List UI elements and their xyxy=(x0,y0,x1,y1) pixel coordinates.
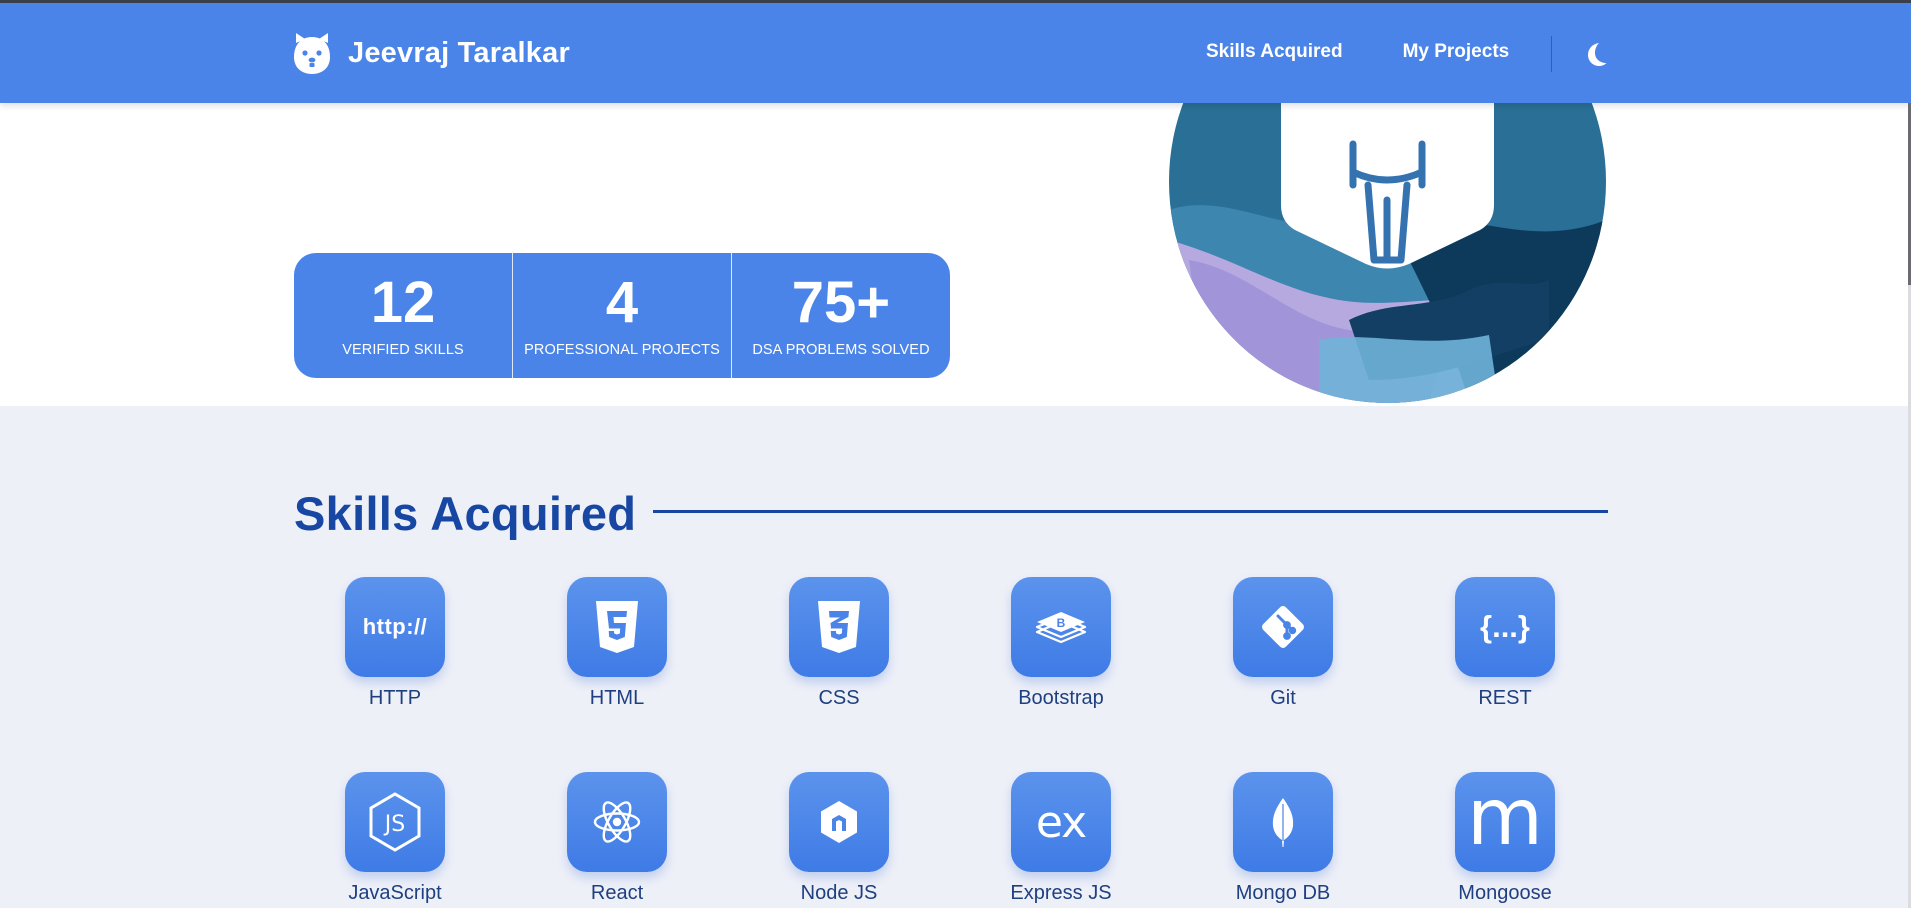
js-hexagon-icon: JS xyxy=(369,792,421,852)
skill-name: React xyxy=(590,882,644,904)
stats-card: 12 VERIFIED SKILLS 4 PROFESSIONAL PROJEC… xyxy=(294,253,950,378)
stat-value: 4 xyxy=(605,269,639,335)
skill-name: HTTP xyxy=(368,687,422,709)
section-title-rule xyxy=(653,510,1608,513)
node-hexagon-icon xyxy=(821,801,857,843)
rest-glyph: {...} xyxy=(1480,609,1530,644)
section-title: Skills Acquired xyxy=(294,487,637,540)
rest-icon[interactable]: {...} xyxy=(1455,577,1555,677)
bootstrap-stack-icon: B xyxy=(1035,612,1087,644)
stat-professional-projects: 4 PROFESSIONAL PROJECTS xyxy=(512,253,731,378)
skill-git[interactable]: Git xyxy=(1193,577,1373,710)
skill-react[interactable]: React xyxy=(527,772,707,905)
svg-text:B: B xyxy=(1057,616,1066,630)
javascript-icon[interactable]: JS xyxy=(345,772,445,872)
mongodb-icon[interactable] xyxy=(1233,772,1333,872)
skills-section: Skills Acquired http:// HTTP HTML CSS B … xyxy=(0,406,1911,908)
git-icon[interactable] xyxy=(1233,577,1333,677)
skill-html[interactable]: HTML xyxy=(527,577,707,710)
brand-name: Jeevraj Taralkar xyxy=(348,36,570,69)
skill-name: HTML xyxy=(589,687,645,709)
skill-name: CSS xyxy=(818,687,860,709)
mongo-leaf-icon xyxy=(1272,798,1294,847)
nav-link-my-projects[interactable]: My Projects xyxy=(1403,41,1510,63)
window-top-border xyxy=(0,0,1911,3)
bear-logo-icon xyxy=(294,33,330,74)
react-icon[interactable] xyxy=(567,772,667,872)
skill-http[interactable]: http:// HTTP xyxy=(305,577,485,710)
skill-css[interactable]: CSS xyxy=(749,577,929,710)
react-atom-icon xyxy=(593,801,641,843)
skill-javascript[interactable]: JS JavaScript xyxy=(305,772,485,905)
navbar: Jeevraj Taralkar Skills Acquired My Proj… xyxy=(0,3,1911,103)
skill-rest[interactable]: {...} REST xyxy=(1415,577,1595,710)
skill-expressjs[interactable]: ex Express JS xyxy=(971,772,1151,905)
nav-link-skills-acquired[interactable]: Skills Acquired xyxy=(1206,41,1343,63)
skill-nodejs[interactable]: Node JS xyxy=(749,772,929,905)
skill-name: Bootstrap xyxy=(1018,687,1104,709)
stat-label: PROFESSIONAL PROJECTS xyxy=(524,341,720,358)
stat-dsa-problems: 75+ DSA PROBLEMS SOLVED xyxy=(731,253,950,378)
theme-toggle-button[interactable] xyxy=(1580,39,1610,69)
skill-name: Mongo DB xyxy=(1235,882,1331,904)
stat-value: 12 xyxy=(370,269,436,335)
skill-bootstrap[interactable]: B Bootstrap xyxy=(971,577,1151,710)
skill-name: Express JS xyxy=(1010,882,1112,904)
html5-shield-icon xyxy=(596,601,638,653)
svg-text:JS: JS xyxy=(383,812,405,837)
skill-name: Mongoose xyxy=(1458,882,1552,904)
stat-label: DSA PROBLEMS SOLVED xyxy=(752,341,930,358)
stat-value: 75+ xyxy=(791,269,891,335)
express-icon[interactable]: ex xyxy=(1011,772,1111,872)
moon-icon xyxy=(1588,43,1607,66)
css3-icon[interactable] xyxy=(789,577,889,677)
express-glyph: ex xyxy=(1035,796,1087,848)
css3-shield-icon xyxy=(818,601,860,653)
mongoose-glyph: m xyxy=(1467,773,1543,863)
skill-name: JavaScript xyxy=(348,882,442,904)
git-diamond-icon xyxy=(1262,606,1304,648)
skill-name: REST xyxy=(1478,687,1532,709)
stat-verified-skills: 12 VERIFIED SKILLS xyxy=(294,253,512,378)
html5-icon[interactable] xyxy=(567,577,667,677)
nodejs-icon[interactable] xyxy=(789,772,889,872)
nav-links: Skills Acquired My Projects xyxy=(1206,41,1509,63)
skill-mongodb[interactable]: Mongo DB xyxy=(1193,772,1373,905)
bootstrap-icon[interactable]: B xyxy=(1011,577,1111,677)
nav-divider xyxy=(1551,36,1552,72)
http-glyph: http:// xyxy=(362,614,428,639)
skill-mongoose[interactable]: m Mongoose xyxy=(1415,772,1595,905)
skill-name: Git xyxy=(1270,687,1296,709)
skill-name: Node JS xyxy=(800,882,878,904)
mongoose-icon[interactable]: m xyxy=(1455,772,1555,872)
http-icon[interactable]: http:// xyxy=(345,577,445,677)
brand[interactable]: Jeevraj Taralkar xyxy=(292,31,570,75)
stat-label: VERIFIED SKILLS xyxy=(342,341,464,358)
hero-section: 12 VERIFIED SKILLS 4 PROFESSIONAL PROJEC… xyxy=(0,0,1911,406)
